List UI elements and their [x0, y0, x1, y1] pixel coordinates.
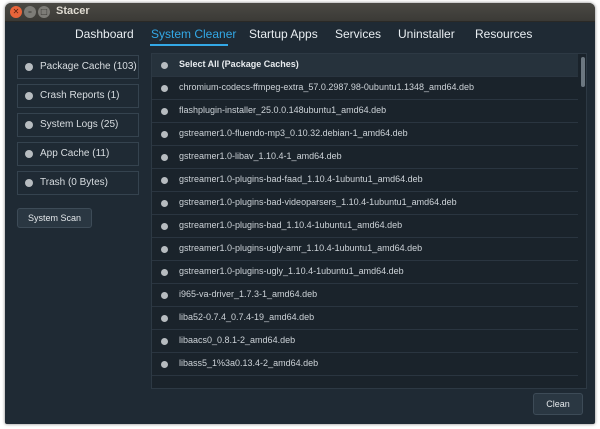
sidebar-item-app-cache[interactable]: App Cache (11) — [17, 142, 139, 166]
minimize-icon[interactable]: – — [24, 6, 36, 18]
main-tabs: Dashboard System Cleaner Startup Apps Se… — [5, 22, 595, 50]
list-item[interactable]: chromium-codecs-ffmpeg-extra_57.0.2987.9… — [152, 77, 578, 100]
list-item-label: flashplugin-installer_25.0.0.148ubuntu1_… — [179, 105, 387, 115]
checkbox-icon[interactable] — [161, 292, 168, 299]
list-scrollbar[interactable] — [580, 54, 586, 388]
scrollbar-thumb[interactable] — [581, 57, 585, 87]
list-item-label: gstreamer1.0-libav_1.10.4-1_amd64.deb — [179, 151, 342, 161]
list-item-label: gstreamer1.0-fluendo-mp3_0.10.32.debian-… — [179, 128, 408, 138]
list-item[interactable]: gstreamer1.0-plugins-bad_1.10.4-1ubuntu1… — [152, 215, 578, 238]
app-window: ✕ – □ Stacer Dashboard System Cleaner St… — [5, 3, 595, 424]
sidebar-item-label: Crash Reports (1) — [40, 90, 120, 101]
title-bar: ✕ – □ Stacer — [5, 3, 595, 22]
package-cache-list: Select All (Package Caches) chromium-cod… — [151, 53, 587, 389]
list-item[interactable]: liba52-0.7.4_0.7.4-19_amd64.deb — [152, 307, 578, 330]
tab-dashboard[interactable]: Dashboard — [75, 27, 134, 41]
tab-startup-apps[interactable]: Startup Apps — [249, 27, 318, 41]
sidebar-item-label: Package Cache (103) — [40, 61, 137, 72]
list-item-label: gstreamer1.0-plugins-ugly_1.10.4-1ubuntu… — [179, 266, 404, 276]
list-item[interactable]: libaacs0_0.8.1-2_amd64.deb — [152, 330, 578, 353]
radio-icon — [25, 150, 33, 158]
tab-system-cleaner[interactable]: System Cleaner — [151, 27, 236, 41]
checkbox-icon[interactable] — [161, 200, 168, 207]
sidebar-item-label: Trash (0 Bytes) — [40, 177, 108, 188]
list-item-label: gstreamer1.0-plugins-bad-faad_1.10.4-1ub… — [179, 174, 423, 184]
checkbox-icon[interactable] — [161, 177, 168, 184]
select-all-label: Select All (Package Caches) — [179, 59, 299, 69]
list-item-label: gstreamer1.0-plugins-ugly-amr_1.10.4-1ub… — [179, 243, 423, 253]
list-item-label: liba52-0.7.4_0.7.4-19_amd64.deb — [179, 312, 315, 322]
radio-icon — [25, 179, 33, 187]
checkbox-icon[interactable] — [161, 246, 168, 253]
close-icon[interactable]: ✕ — [10, 6, 22, 18]
tab-uninstaller[interactable]: Uninstaller — [398, 27, 455, 41]
checkbox-icon[interactable] — [161, 269, 168, 276]
checkbox-icon[interactable] — [161, 131, 168, 138]
system-scan-button[interactable]: System Scan — [17, 208, 92, 228]
checkbox-icon[interactable] — [161, 361, 168, 368]
list-item-label: libaacs0_0.8.1-2_amd64.deb — [179, 335, 296, 345]
list-item[interactable]: gstreamer1.0-plugins-bad-faad_1.10.4-1ub… — [152, 169, 578, 192]
sidebar-item-crash-reports[interactable]: Crash Reports (1) — [17, 84, 139, 108]
list-item-label: gstreamer1.0-plugins-bad-videoparsers_1.… — [179, 197, 457, 207]
tab-services[interactable]: Services — [335, 27, 381, 41]
list-item[interactable]: gstreamer1.0-libav_1.10.4-1_amd64.deb — [152, 146, 578, 169]
list-item[interactable]: gstreamer1.0-plugins-bad-videoparsers_1.… — [152, 192, 578, 215]
list-item[interactable]: i965-va-driver_1.7.3-1_amd64.deb — [152, 284, 578, 307]
radio-icon — [25, 121, 33, 129]
active-tab-indicator — [150, 44, 228, 46]
checkbox-icon[interactable] — [161, 315, 168, 322]
sidebar-item-label: App Cache (11) — [40, 148, 110, 159]
list-item[interactable]: flashplugin-installer_25.0.0.148ubuntu1_… — [152, 100, 578, 123]
window-title: Stacer — [56, 5, 90, 17]
radio-icon — [25, 63, 33, 71]
checkbox-icon[interactable] — [161, 62, 168, 69]
checkbox-icon[interactable] — [161, 85, 168, 92]
sidebar-item-trash[interactable]: Trash (0 Bytes) — [17, 171, 139, 195]
checkbox-icon[interactable] — [161, 154, 168, 161]
list-item-label: i965-va-driver_1.7.3-1_amd64.deb — [179, 289, 318, 299]
list-item-label: chromium-codecs-ffmpeg-extra_57.0.2987.9… — [179, 82, 475, 92]
radio-icon — [25, 92, 33, 100]
checkbox-icon[interactable] — [161, 108, 168, 115]
checkbox-icon[interactable] — [161, 338, 168, 345]
list-item[interactable]: libass5_1%3a0.13.4-2_amd64.deb — [152, 353, 578, 376]
clean-button[interactable]: Clean — [533, 393, 583, 415]
maximize-icon[interactable]: □ — [38, 6, 50, 18]
list-item[interactable]: gstreamer1.0-plugins-ugly-amr_1.10.4-1ub… — [152, 238, 578, 261]
list-item[interactable]: gstreamer1.0-plugins-ugly_1.10.4-1ubuntu… — [152, 261, 578, 284]
list-item-label: libass5_1%3a0.13.4-2_amd64.deb — [179, 358, 319, 368]
sidebar-item-package-cache[interactable]: Package Cache (103) — [17, 55, 139, 79]
select-all-row[interactable]: Select All (Package Caches) — [152, 54, 578, 77]
tab-resources[interactable]: Resources — [475, 27, 532, 41]
checkbox-icon[interactable] — [161, 223, 168, 230]
list-item[interactable]: gstreamer1.0-fluendo-mp3_0.10.32.debian-… — [152, 123, 578, 146]
sidebar-item-system-logs[interactable]: System Logs (25) — [17, 113, 139, 137]
list-item-label: gstreamer1.0-plugins-bad_1.10.4-1ubuntu1… — [179, 220, 403, 230]
sidebar-item-label: System Logs (25) — [40, 119, 119, 130]
